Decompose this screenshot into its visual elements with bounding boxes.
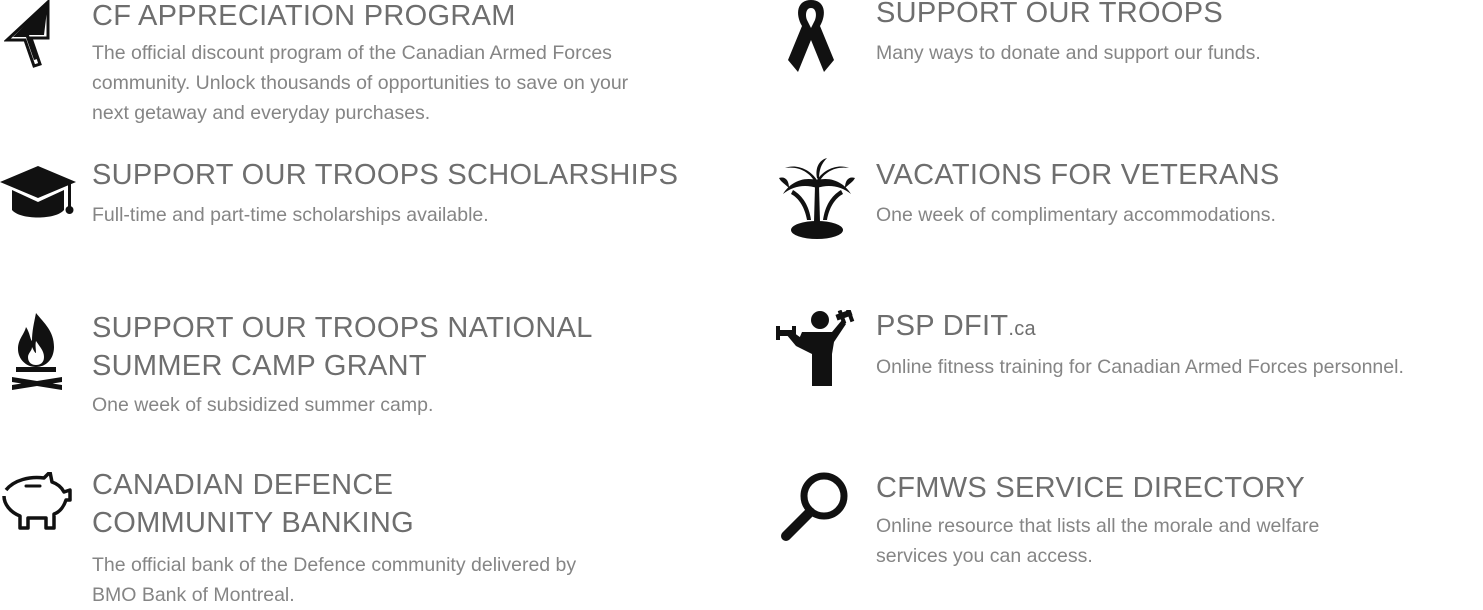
cursor-arrow-icon	[4, 0, 54, 68]
program-description: One week of complimentary accommodations…	[876, 204, 1276, 226]
fitness-person-icon	[776, 310, 858, 386]
program-description: Full-time and part-time scholarships ava…	[92, 204, 489, 226]
graduation-cap-icon	[0, 166, 76, 228]
palm-tree-island-icon	[775, 158, 859, 240]
program-title-suffix: .ca	[1008, 318, 1036, 340]
svg-text:hi: hi	[807, 12, 813, 19]
program-title[interactable]: SUPPORT OUR TROOPS	[876, 0, 1223, 32]
program-description: The official discount program of the Can…	[92, 42, 629, 124]
program-title[interactable]: PSP DFIT.ca	[876, 307, 1036, 348]
program-description: Online resource that lists all the moral…	[876, 515, 1320, 567]
program-title[interactable]: CF APPRECIATION PROGRAM	[92, 0, 516, 35]
awareness-ribbon-icon: hi	[786, 0, 836, 80]
program-description: Many ways to donate and support our fund…	[876, 42, 1261, 64]
magnifying-glass-icon	[780, 470, 852, 544]
campfire-icon	[8, 313, 68, 391]
piggy-bank-icon	[0, 472, 78, 534]
program-title[interactable]: VACATIONS FOR VETERANS	[876, 156, 1280, 194]
program-title[interactable]: CANADIAN DEFENCE COMMUNITY BANKING	[92, 466, 414, 542]
program-title[interactable]: SUPPORT OUR TROOPS SCHOLARSHIPS	[92, 156, 678, 194]
program-title[interactable]: SUPPORT OUR TROOPS NATIONAL SUMMER CAMP …	[92, 309, 593, 385]
program-description: One week of subsidized summer camp.	[92, 394, 434, 416]
program-description: The official bank of the Defence communi…	[92, 554, 577, 606]
program-title[interactable]: CFMWS SERVICE DIRECTORY	[876, 469, 1305, 507]
program-description: Online fitness training for Canadian Arm…	[876, 356, 1404, 378]
